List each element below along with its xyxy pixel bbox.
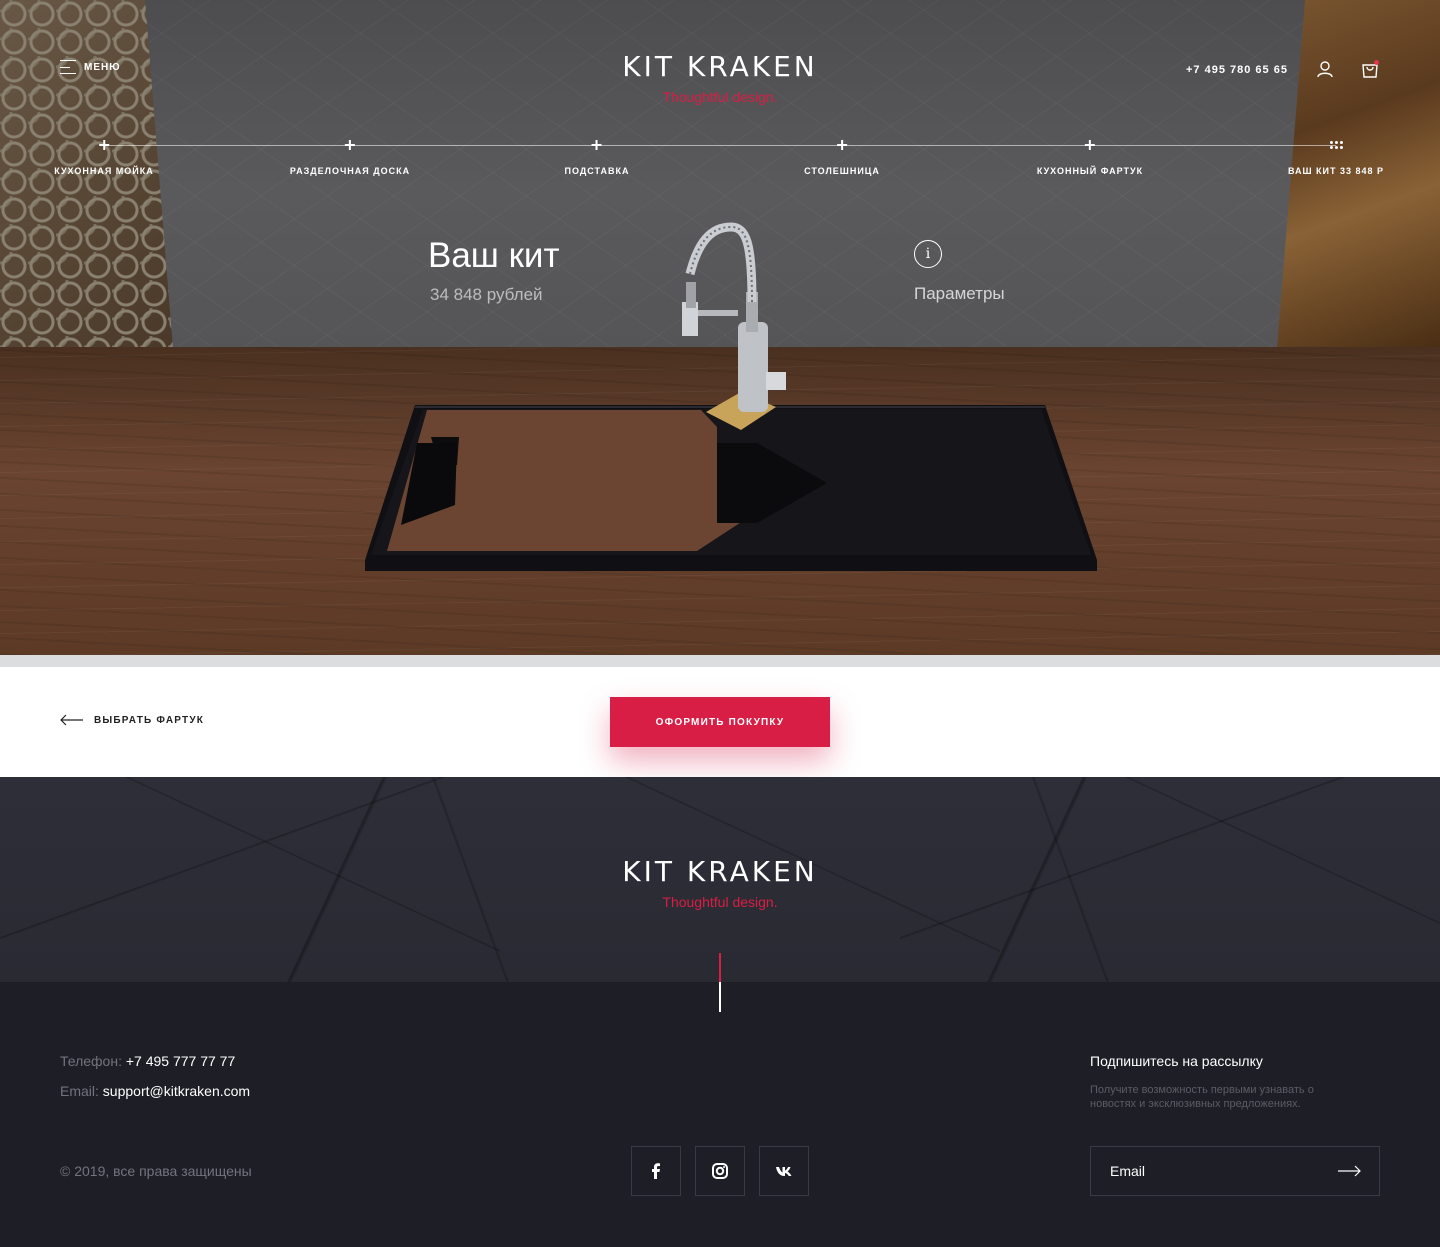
instagram-link[interactable] [695,1146,745,1196]
steps-progress-line [104,145,1336,146]
step-label: РАЗДЕЛОЧНАЯ ДОСКА [289,166,411,176]
scroll-indicator-line [719,982,721,1012]
checkout-button[interactable]: ОФОРМИТЬ ПОКУПКУ [610,697,830,747]
step-label: КУХОННАЯ МОЙКА [54,166,154,176]
email-key: Email: [60,1083,99,1099]
plus-icon [833,136,851,154]
phone-key: Телефон: [60,1053,122,1069]
kit-title: Ваш кит [428,236,560,275]
plus-icon [588,136,606,154]
dots-grid-icon [1329,141,1343,149]
copyright: © 2019, все права защищены [60,1163,252,1179]
plus-icon [95,136,113,154]
plus-icon [341,136,359,154]
email-value[interactable]: support@kitkraken.com [103,1083,250,1099]
info-icon: i [914,240,942,268]
step-label: КУХОННЫЙ ФАРТУК [1036,166,1144,176]
footer-logo[interactable]: KIT KRAKEN Thoughtful design. [0,855,1440,910]
parameters-button[interactable]: i Параметры [914,240,1005,304]
newsletter-title: Подпишитесь на рассылку [1090,1053,1263,1069]
logo-tagline: Thoughtful design. [662,894,778,910]
faucet-render [676,222,806,432]
facebook-link[interactable] [631,1146,681,1196]
newsletter-form [1090,1146,1380,1196]
footer [0,982,1440,1247]
user-icon[interactable] [1316,60,1334,78]
newsletter-email-input[interactable] [1091,1147,1319,1195]
scroll-indicator [719,953,721,982]
instagram-icon [712,1163,728,1179]
facebook-icon [652,1163,660,1179]
header-logo[interactable]: KIT KRAKEN Thoughtful design. [0,50,1440,105]
parameters-label: Параметры [914,284,1005,303]
step-label: СТОЛЕШНИЦА [804,166,880,176]
back-label: ВЫБРАТЬ ФАРТУК [94,714,205,726]
step-cutting-board[interactable]: РАЗДЕЛОЧНАЯ ДОСКА [290,136,410,176]
vk-icon [776,1167,792,1176]
footer-email: Email: support@kitkraken.com [60,1083,250,1099]
step-backsplash[interactable]: КУХОННЫЙ ФАРТУК [1037,136,1143,176]
logo-title: KIT KRAKEN [622,855,818,888]
cart-badge [1374,60,1379,65]
step-countertop[interactable]: СТОЛЕШНИЦА [804,136,880,176]
back-to-backsplash-link[interactable]: ВЫБРАТЬ ФАРТУК [60,714,204,726]
header-phone[interactable]: +7 495 780 65 65 [1186,64,1288,76]
step-label: ПОДСТАВКА [564,166,630,176]
phone-value[interactable]: +7 495 777 77 77 [126,1053,235,1069]
social-links [631,1146,809,1196]
vk-link[interactable] [759,1146,809,1196]
step-label: ВАШ КИТ 33 848 Р [1287,166,1385,176]
arrow-right-icon [1338,1165,1361,1177]
logo-tagline: Thoughtful design. [662,89,778,105]
step-your-kit[interactable]: ВАШ КИТ 33 848 Р [1288,136,1384,176]
step-stand[interactable]: ПОДСТАВКА [565,136,630,176]
newsletter-description: Получите возможность первыми узнавать о … [1090,1084,1314,1110]
step-kitchen-sink[interactable]: КУХОННАЯ МОЙКА [54,136,154,176]
plus-icon [1081,136,1099,154]
footer-phone: Телефон: +7 495 777 77 77 [60,1053,235,1069]
hero-divider [0,655,1440,667]
newsletter-submit-button[interactable] [1319,1147,1379,1195]
kit-price: 34 848 рублей [430,285,543,304]
arrow-left-icon [60,714,83,726]
